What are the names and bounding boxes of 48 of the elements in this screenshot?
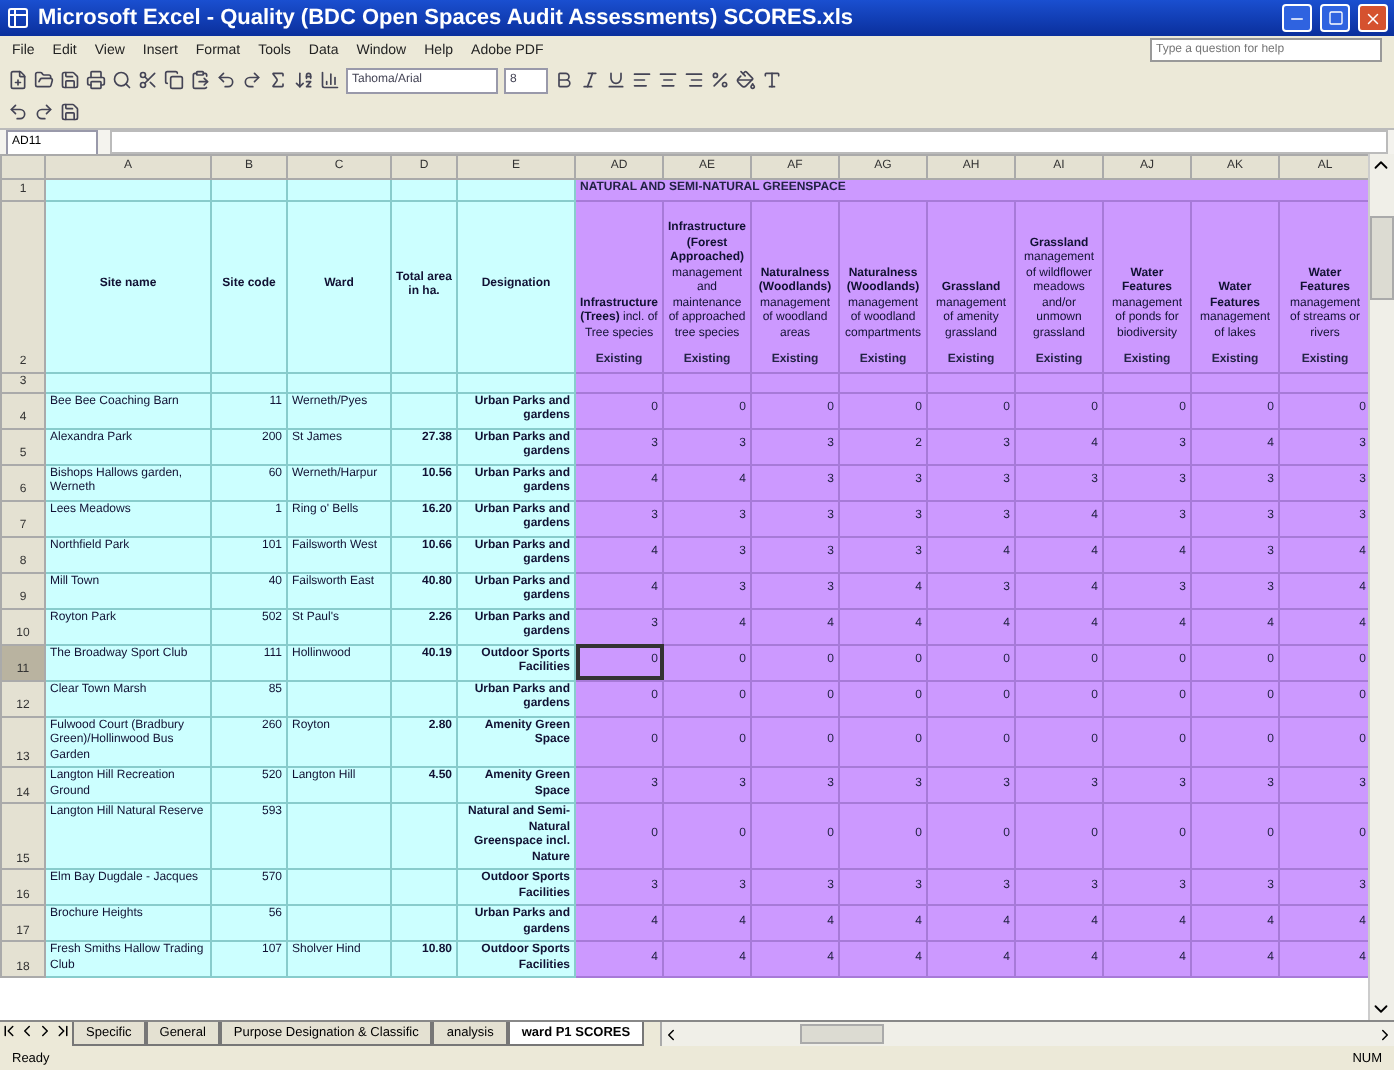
folder-icon[interactable] [34,70,54,90]
align-left-icon[interactable] [632,70,652,90]
scrollbar-thumb[interactable] [800,1024,885,1044]
table-cell [287,803,391,869]
underline-icon[interactable] [606,70,626,90]
bold-icon[interactable] [554,70,574,90]
font-color-icon[interactable] [762,70,782,90]
search-icon[interactable] [112,70,132,90]
scrollbar-thumb[interactable] [1370,216,1394,300]
table-cell [287,905,391,941]
close-icon [1364,9,1382,27]
minimize-button[interactable] [1282,4,1312,32]
align-right-icon[interactable] [684,70,704,90]
window-title: Microsoft Excel - Quality (BDC Open Spaces Audit Assessments) SCORES.xls [38,6,856,30]
clipboard-icon[interactable] [190,70,210,90]
last-sheet-icon[interactable] [54,1022,72,1040]
scroll-right-icon[interactable] [1376,1025,1394,1043]
table-cell [287,680,391,716]
excel-logo-icon [6,6,30,30]
first-sheet-icon[interactable] [0,1022,18,1040]
scissors-icon[interactable] [138,70,158,90]
copy-icon[interactable] [164,70,184,90]
save-icon[interactable] [60,70,80,90]
previous-sheet-icon[interactable] [18,1022,36,1040]
table-cell [391,905,457,941]
table-cell [391,680,457,716]
undo-icon[interactable] [216,70,236,90]
close-button[interactable] [1358,4,1388,32]
table-cell [391,869,457,905]
paint-bucket-icon[interactable] [736,70,756,90]
redo-icon[interactable] [242,70,262,90]
percent-icon[interactable] [710,70,730,90]
new-file-icon[interactable] [8,70,28,90]
formula-field[interactable] [110,130,1388,154]
italic-icon[interactable] [580,70,600,90]
bar-chart-icon[interactable] [320,70,340,90]
maximize-button[interactable] [1320,4,1350,32]
sigma-icon[interactable] [268,70,288,90]
printer-icon[interactable] [86,70,106,90]
save-icon[interactable] [60,102,80,122]
next-sheet-icon[interactable] [36,1022,54,1040]
table-cell [391,803,457,869]
sort-icon[interactable] [294,70,314,90]
redo-icon[interactable] [34,102,54,122]
maximize-icon [1327,10,1343,26]
align-center-icon[interactable] [658,70,678,90]
undo-icon[interactable] [8,102,28,122]
table-cell [287,869,391,905]
